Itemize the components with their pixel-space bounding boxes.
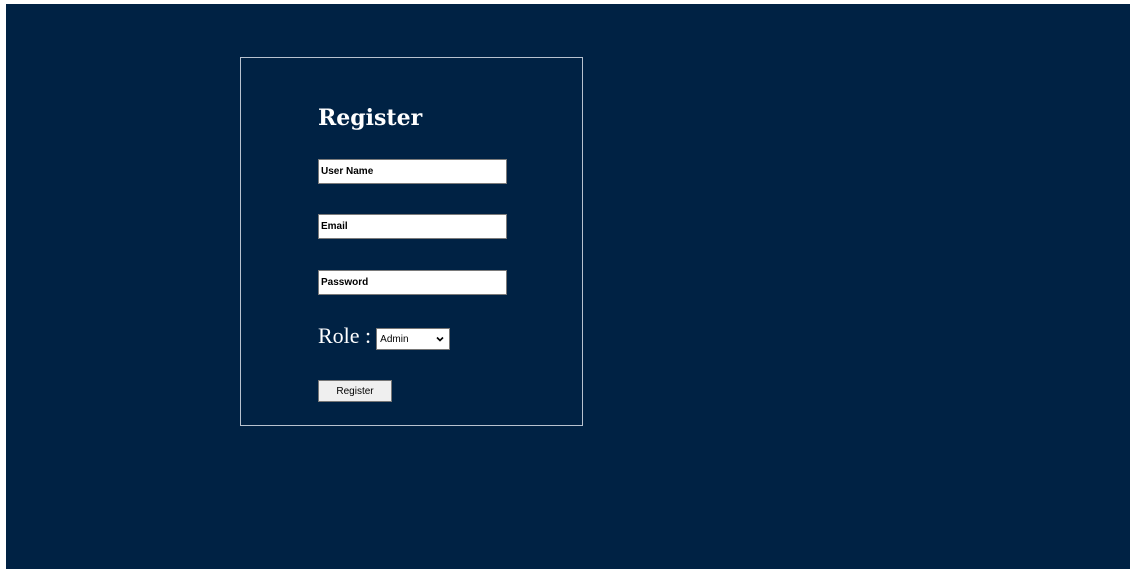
page-background: Register Role : Admin Register (6, 4, 1130, 569)
password-input[interactable] (318, 270, 507, 295)
register-button[interactable]: Register (318, 380, 392, 402)
role-select[interactable]: Admin (376, 328, 451, 350)
email-input[interactable] (318, 214, 507, 239)
register-form: Register Role : Admin Register (240, 57, 583, 426)
username-input[interactable] (318, 159, 507, 184)
role-label: Role : (318, 323, 372, 348)
role-row: Role : Admin (318, 322, 451, 350)
chevron-down-icon (436, 336, 444, 342)
role-select-value: Admin (380, 333, 409, 345)
form-title: Register (318, 105, 423, 131)
